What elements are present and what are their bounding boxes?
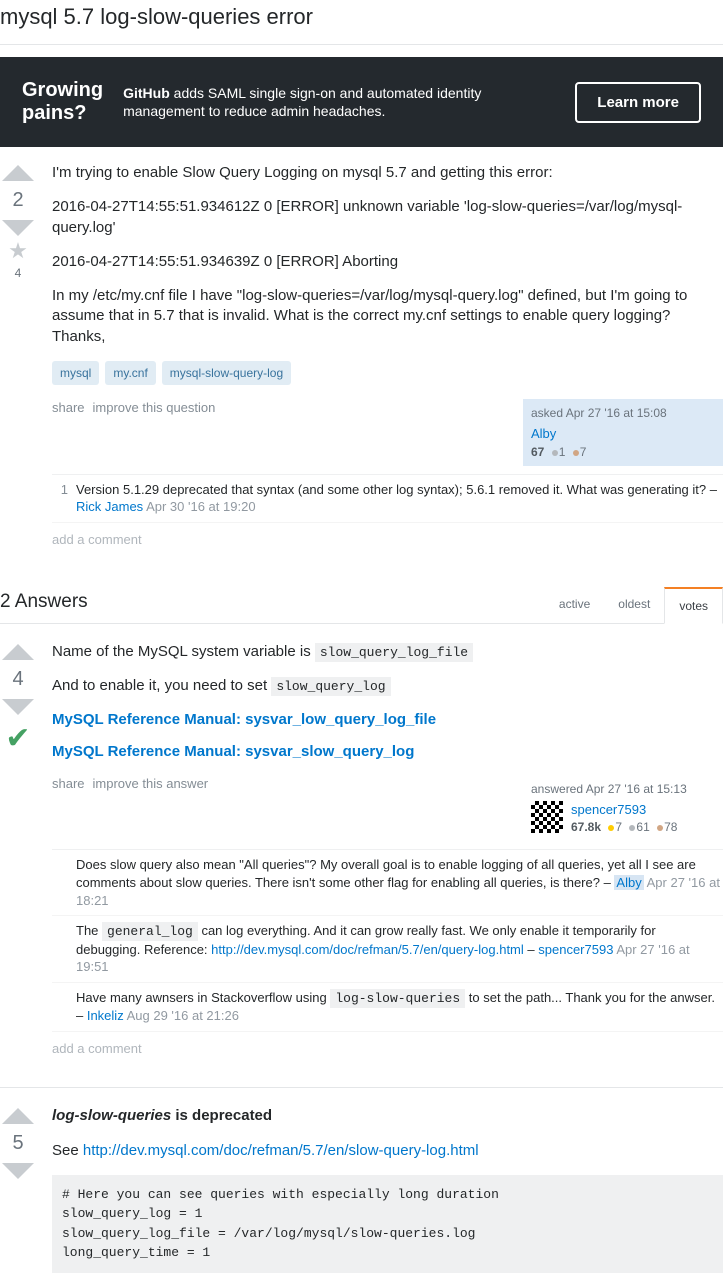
comment: Does slow query also mean "All queries"?…: [52, 850, 723, 916]
vote-count: 5: [12, 1132, 23, 1155]
tag-list: mysql my.cnf mysql-slow-query-log: [52, 361, 723, 385]
reference-link[interactable]: MySQL Reference Manual: sysvar_slow_quer…: [52, 742, 723, 762]
upvote-button[interactable]: [2, 1108, 34, 1124]
user-rep: 67 1 7: [531, 444, 586, 460]
downvote-button[interactable]: [2, 1163, 34, 1179]
question-title: mysql 5.7 log-slow-queries error: [0, 0, 723, 44]
comment-list: 1 Version 5.1.29 deprecated that syntax …: [52, 474, 723, 523]
ad-copy: GitHub adds SAML single sign-on and auto…: [123, 84, 555, 120]
reference-link[interactable]: http://dev.mysql.com/doc/refman/5.7/en/s…: [83, 1142, 479, 1159]
divider: [0, 1087, 723, 1088]
comment-user-link[interactable]: Rick James: [76, 499, 143, 514]
post-actions: share improve this question: [52, 399, 215, 417]
comment: Have many awnsers in Stackoverflow using…: [52, 983, 723, 1032]
code-block: # Here you can see queries with especial…: [52, 1175, 723, 1273]
tab-active[interactable]: active: [545, 587, 604, 623]
post-actions: share improve this answer: [52, 775, 208, 793]
answered-time: answered Apr 27 '16 at 15:13: [531, 781, 715, 797]
answers-header: 2 Answers active oldest votes: [0, 587, 723, 624]
vote-column: 5: [0, 1106, 36, 1273]
answer-body: Name of the MySQL system variable is slo…: [52, 642, 723, 1066]
comment-score: 1: [52, 481, 68, 516]
answers-count: 2 Answers: [0, 591, 88, 623]
comment: 1 Version 5.1.29 deprecated that syntax …: [52, 475, 723, 523]
sort-tabs: active oldest votes: [545, 587, 723, 623]
add-comment-link[interactable]: add a comment: [52, 1032, 723, 1066]
vote-count: 4: [12, 668, 23, 691]
inline-code: slow_query_log_file: [315, 643, 473, 662]
favorite-button[interactable]: ★: [8, 240, 28, 262]
divider: [0, 44, 723, 45]
tag[interactable]: my.cnf: [105, 361, 155, 385]
share-link[interactable]: share: [52, 399, 85, 417]
comment-user-link[interactable]: Alby: [614, 875, 643, 890]
upvote-button[interactable]: [2, 165, 34, 181]
improve-link[interactable]: improve this answer: [93, 775, 209, 793]
comment: The general_log can log everything. And …: [52, 916, 723, 983]
comment-user-link[interactable]: Inkeliz: [87, 1008, 124, 1023]
share-link[interactable]: share: [52, 775, 85, 793]
reference-link[interactable]: MySQL Reference Manual: sysvar_low_query…: [52, 710, 723, 730]
improve-link[interactable]: improve this question: [93, 399, 216, 417]
upvote-button[interactable]: [2, 644, 34, 660]
question-body: I'm trying to enable Slow Query Logging …: [52, 163, 723, 557]
ad-cta-button[interactable]: Learn more: [575, 82, 701, 123]
vote-column: 4 ✔: [0, 642, 36, 1066]
add-comment-link[interactable]: add a comment: [52, 523, 723, 557]
question-post: 2 ★ 4 I'm trying to enable Slow Query Lo…: [0, 163, 723, 567]
user-link[interactable]: Alby: [531, 425, 586, 443]
answer-post: 5 log-slow-queries is deprecated See htt…: [0, 1106, 723, 1283]
comment-list: Does slow query also mean "All queries"?…: [52, 849, 723, 1031]
inline-code: slow_query_log: [271, 677, 390, 696]
comment-user-link[interactable]: spencer7593: [538, 942, 613, 957]
tag[interactable]: mysql: [52, 361, 99, 385]
user-rep: 67.8k 7 61 78: [571, 819, 677, 835]
comment-time: Apr 30 '16 at 19:20: [146, 499, 255, 514]
downvote-button[interactable]: [2, 699, 34, 715]
favorite-count: 4: [15, 266, 22, 280]
tag[interactable]: mysql-slow-query-log: [162, 361, 291, 385]
ad-headline: Growingpains?: [22, 79, 103, 125]
avatar[interactable]: [531, 801, 563, 833]
answerer-card: answered Apr 27 '16 at 15:13 spencer7593…: [523, 775, 723, 842]
accepted-check-icon: ✔: [5, 721, 30, 756]
vote-count: 2: [12, 189, 23, 212]
vote-column: 2 ★ 4: [0, 163, 36, 557]
owner-card: asked Apr 27 '16 at 15:08 Alby 67 1 7: [523, 399, 723, 466]
tab-oldest[interactable]: oldest: [604, 587, 664, 623]
tab-votes[interactable]: votes: [664, 587, 723, 624]
ad-banner[interactable]: Growingpains? GitHub adds SAML single si…: [0, 57, 723, 147]
answer-body: log-slow-queries is deprecated See http:…: [52, 1106, 723, 1273]
user-link[interactable]: spencer7593: [571, 801, 677, 819]
downvote-button[interactable]: [2, 220, 34, 236]
answer-post: 4 ✔ Name of the MySQL system variable is…: [0, 642, 723, 1076]
asked-time: asked Apr 27 '16 at 15:08: [531, 405, 715, 421]
comment-link[interactable]: http://dev.mysql.com/doc/refman/5.7/en/q…: [211, 942, 524, 957]
